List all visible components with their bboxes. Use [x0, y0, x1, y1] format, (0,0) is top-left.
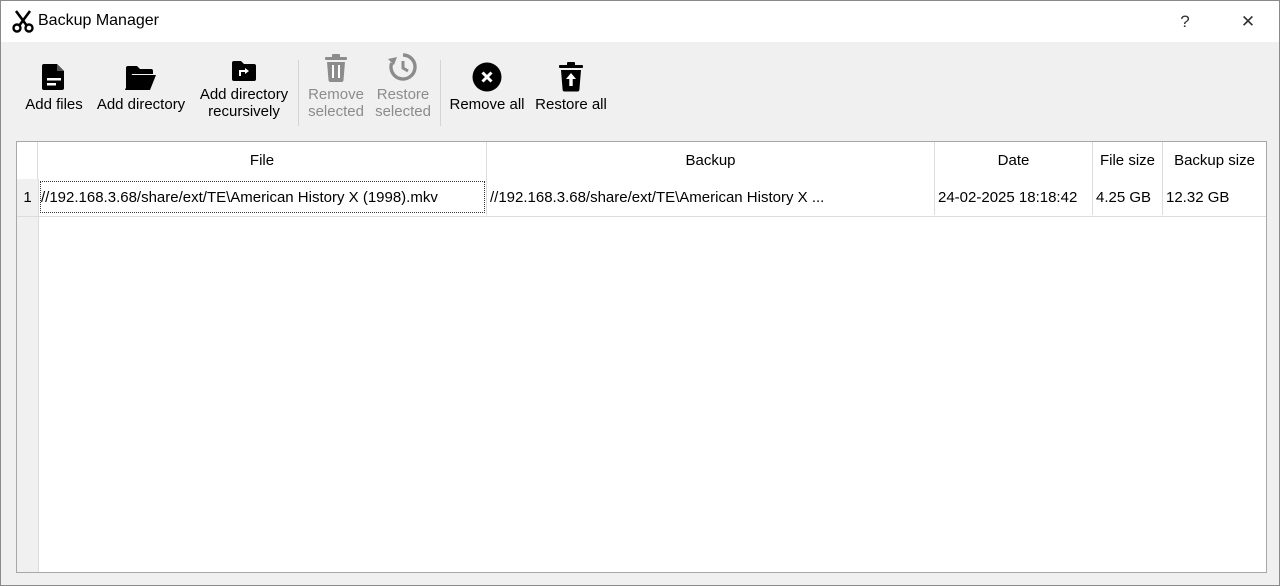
close-button[interactable]: ✕ [1225, 1, 1271, 42]
restore-selected-label: Restore selected [375, 86, 431, 120]
add-directory-recursively-label: Add directory recursively [200, 86, 288, 120]
toolbar: Add files Add directory Add directory re… [1, 42, 1279, 140]
backup-manager-window: Backup Manager ? ✕ Add files Add directo… [0, 0, 1280, 586]
title-bar: Backup Manager ? ✕ [1, 1, 1279, 42]
folder-arrow-icon [232, 61, 256, 81]
cell-file-size[interactable]: 4.25 GB [1093, 179, 1163, 215]
restore-all-button[interactable]: Restore all [534, 42, 608, 140]
cell-file[interactable]: //192.168.3.68/share/ext/TE\American His… [38, 179, 487, 215]
scissors-icon [12, 10, 34, 33]
remove-selected-line1: Remove [308, 86, 364, 103]
restore-selected-line2: selected [375, 103, 431, 120]
file-icon [42, 64, 64, 90]
remove-selected-label: Remove selected [308, 86, 364, 120]
column-header-date[interactable]: Date [935, 142, 1093, 179]
remove-all-label: Remove all [449, 96, 525, 113]
add-directory-recursively-line1: Add directory [199, 86, 289, 103]
column-header-file-size[interactable]: File size [1093, 142, 1163, 179]
add-directory-button[interactable]: Add directory [95, 42, 187, 140]
corner-cell [17, 142, 38, 179]
add-directory-label: Add directory [96, 96, 186, 113]
x-circle-icon [472, 62, 502, 92]
add-directory-recursively-button[interactable]: Add directory recursively [197, 42, 291, 140]
backup-table[interactable]: File Backup Date File size Backup size 1… [16, 141, 1267, 573]
cell-backup[interactable]: //192.168.3.68/share/ext/TE\American His… [487, 179, 935, 215]
trash-restore-icon [559, 62, 583, 92]
remove-all-button[interactable]: Remove all [449, 42, 525, 140]
restore-selected-button[interactable]: Restore selected [373, 42, 433, 140]
remove-selected-line2: selected [308, 103, 364, 120]
column-header-backup-size[interactable]: Backup size [1163, 142, 1266, 179]
folder-open-icon [125, 66, 156, 90]
row-number: 1 [17, 179, 38, 215]
toolbar-separator [298, 60, 299, 126]
add-files-button[interactable]: Add files [23, 42, 85, 140]
add-directory-recursively-line2: recursively [208, 103, 280, 120]
remove-selected-button[interactable]: Remove selected [306, 42, 366, 140]
toolbar-separator [440, 60, 441, 126]
trash-icon [325, 54, 347, 82]
column-header-file[interactable]: File [38, 142, 487, 179]
help-button[interactable]: ? [1162, 1, 1208, 42]
column-header-backup[interactable]: Backup [487, 142, 935, 179]
cell-backup-size[interactable]: 12.32 GB [1163, 179, 1266, 215]
history-icon [388, 53, 417, 81]
restore-selected-line1: Restore [376, 86, 430, 103]
add-files-label: Add files [25, 96, 83, 113]
window-title: Backup Manager [38, 12, 159, 29]
cell-date[interactable]: 24-02-2025 18:18:42 [935, 179, 1093, 215]
table-row[interactable]: 1 //192.168.3.68/share/ext/TE\American H… [17, 179, 1266, 217]
restore-all-label: Restore all [535, 96, 607, 113]
table-header: File Backup Date File size Backup size [17, 142, 1266, 179]
